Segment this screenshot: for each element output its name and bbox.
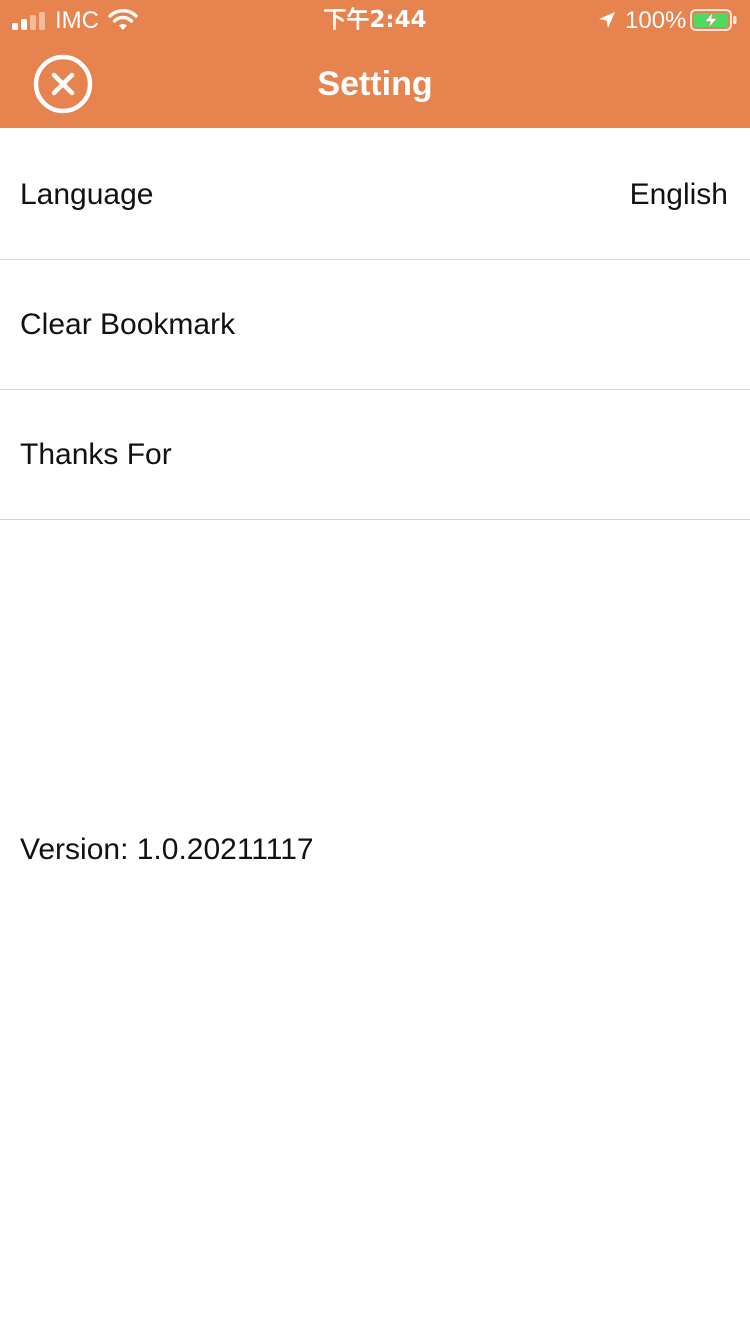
battery-charging-icon: [690, 9, 737, 31]
language-value: English: [629, 178, 728, 211]
page-title: Setting: [317, 65, 433, 103]
status-bar: IMC 下午2:44 100%: [0, 0, 750, 40]
header: IMC 下午2:44 100% Setting: [0, 0, 750, 128]
settings-screen: IMC 下午2:44 100% Setting Language English…: [0, 0, 750, 1334]
settings-list: Language English Clear Bookmark Thanks F…: [0, 130, 750, 520]
thanks-for-label: Thanks For: [20, 438, 172, 471]
clear-bookmark-row[interactable]: Clear Bookmark: [0, 260, 750, 390]
thanks-for-row[interactable]: Thanks For: [0, 390, 750, 520]
language-row[interactable]: Language English: [0, 130, 750, 260]
battery-percent: 100%: [625, 7, 687, 34]
version-text: Version: 1.0.20211117: [20, 833, 314, 866]
nav-bar: Setting: [0, 40, 750, 128]
clear-bookmark-label: Clear Bookmark: [20, 308, 236, 341]
language-label: Language: [20, 178, 154, 211]
location-arrow-icon: [599, 12, 615, 28]
